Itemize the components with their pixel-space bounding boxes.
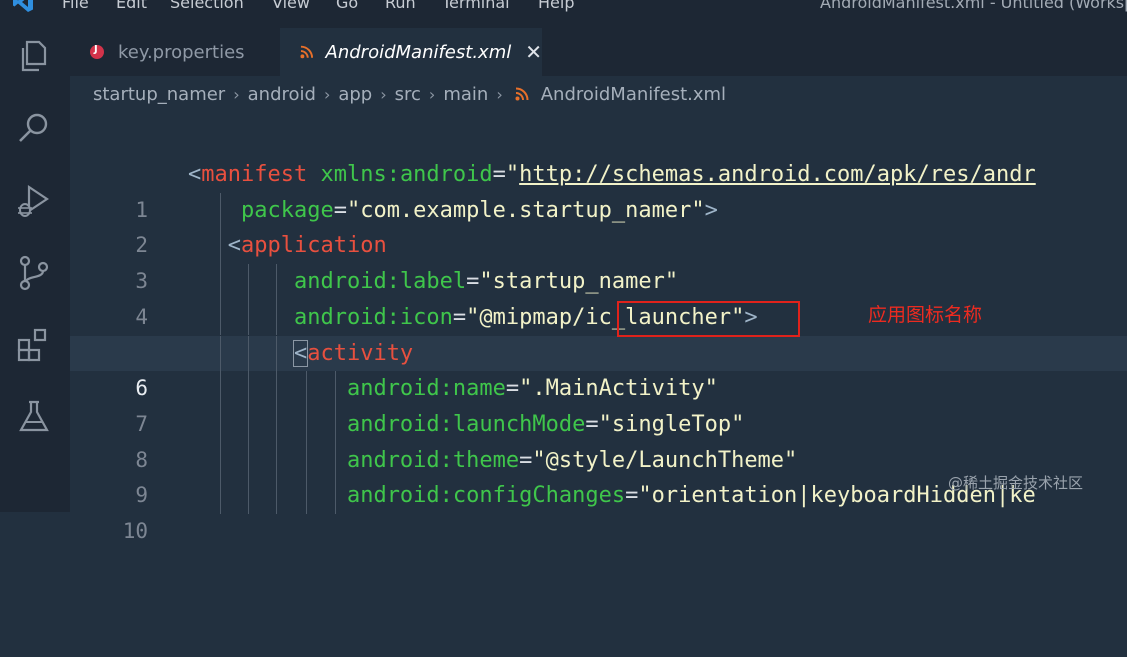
code-line-current[interactable]: 6 <activity <box>70 335 1127 400</box>
testing-icon[interactable] <box>15 398 53 436</box>
code-line[interactable]: 1 <manifest xmlns:android="http://schema… <box>70 157 1127 222</box>
search-icon[interactable] <box>15 110 53 148</box>
menu-selection[interactable]: Selection <box>170 0 244 13</box>
menu-edit[interactable]: Edit <box>116 0 147 13</box>
code-line[interactable]: 7 android:name=".MainActivity" <box>70 371 1127 436</box>
code-line[interactable]: 4 android:label="startup_namer" <box>70 264 1127 329</box>
line-number: 10 <box>122 519 148 543</box>
menu-run[interactable]: Run <box>385 0 416 13</box>
line-code: <application <box>227 233 387 259</box>
tab-label: key.properties <box>118 41 245 63</box>
code-editor[interactable]: 1 <manifest xmlns:android="http://schema… <box>70 150 1127 543</box>
tab-android-manifest[interactable]: AndroidManifest.xml ✕ <box>280 28 542 76</box>
source-control-icon[interactable] <box>15 254 53 292</box>
watermark: @稀土掘金技术社区 <box>948 474 1084 492</box>
chevron-right-icon: › <box>380 84 387 104</box>
menu-terminal[interactable]: Terminal <box>442 0 510 13</box>
line-code: android:name=".MainActivity" <box>346 376 718 402</box>
code-line[interactable]: 8 android:launchMode="singleTop" <box>70 406 1127 472</box>
close-icon[interactable]: ✕ <box>525 40 542 64</box>
code-line[interactable]: 2 package="com.example.startup_namer"> <box>70 192 1127 257</box>
menu-help[interactable]: Help <box>538 0 574 13</box>
chevron-right-icon: › <box>233 84 240 104</box>
tab-label: AndroidManifest.xml <box>325 41 512 63</box>
chevron-right-icon: › <box>428 84 436 104</box>
line-code: <activity <box>292 339 414 367</box>
run-debug-icon[interactable] <box>15 182 53 220</box>
tab-bar: key.properties AndroidManifest.xml ✕ <box>70 14 1127 76</box>
line-code: package="com.example.startup_namer"> <box>240 197 718 223</box>
menu-view[interactable]: View <box>272 0 310 13</box>
breadcrumb-item[interactable]: main <box>443 84 488 105</box>
chevron-right-icon: › <box>323 84 331 104</box>
activity-bar <box>0 14 70 512</box>
menu-bar: File Edit Selection View Go Run Terminal… <box>0 0 1127 14</box>
highlight-box <box>617 301 800 337</box>
window-title: AndroidManifest.xml - Untitled (Workspac… <box>820 0 1127 12</box>
tab-key-properties[interactable]: key.properties <box>70 28 280 76</box>
breadcrumb-item[interactable]: AndroidManifest.xml <box>541 84 726 105</box>
breadcrumb-item[interactable]: app <box>338 84 372 105</box>
line-code: android:label="startup_namer" <box>293 269 679 295</box>
breadcrumb: startup_namer › android › app › src › ma… <box>93 82 726 106</box>
menu-go[interactable]: Go <box>336 0 358 13</box>
vscode-logo-icon <box>13 0 33 12</box>
menu-file[interactable]: File <box>62 0 89 13</box>
line-code: <manifest xmlns:android="http://schemas.… <box>188 162 1036 187</box>
explorer-icon[interactable] <box>15 38 53 76</box>
line-code: android:launchMode="singleTop" <box>346 411 745 437</box>
code-line[interactable]: 3 <application <box>70 228 1127 293</box>
line-code: android:configChanges="orientation|keybo… <box>346 483 1036 509</box>
breadcrumb-item[interactable]: startup_namer <box>93 84 225 105</box>
breadcrumb-item[interactable]: src <box>395 84 421 105</box>
line-code: android:theme="@style/LaunchTheme" <box>346 447 798 473</box>
breadcrumb-item[interactable]: android <box>248 84 316 105</box>
rss-xml-icon <box>300 45 314 59</box>
annotation-label: 应用图标名称 <box>868 304 983 326</box>
chevron-right-icon: › <box>496 84 503 104</box>
rss-xml-icon <box>515 87 529 101</box>
extensions-icon[interactable] <box>15 326 53 364</box>
java-properties-icon <box>90 44 104 59</box>
